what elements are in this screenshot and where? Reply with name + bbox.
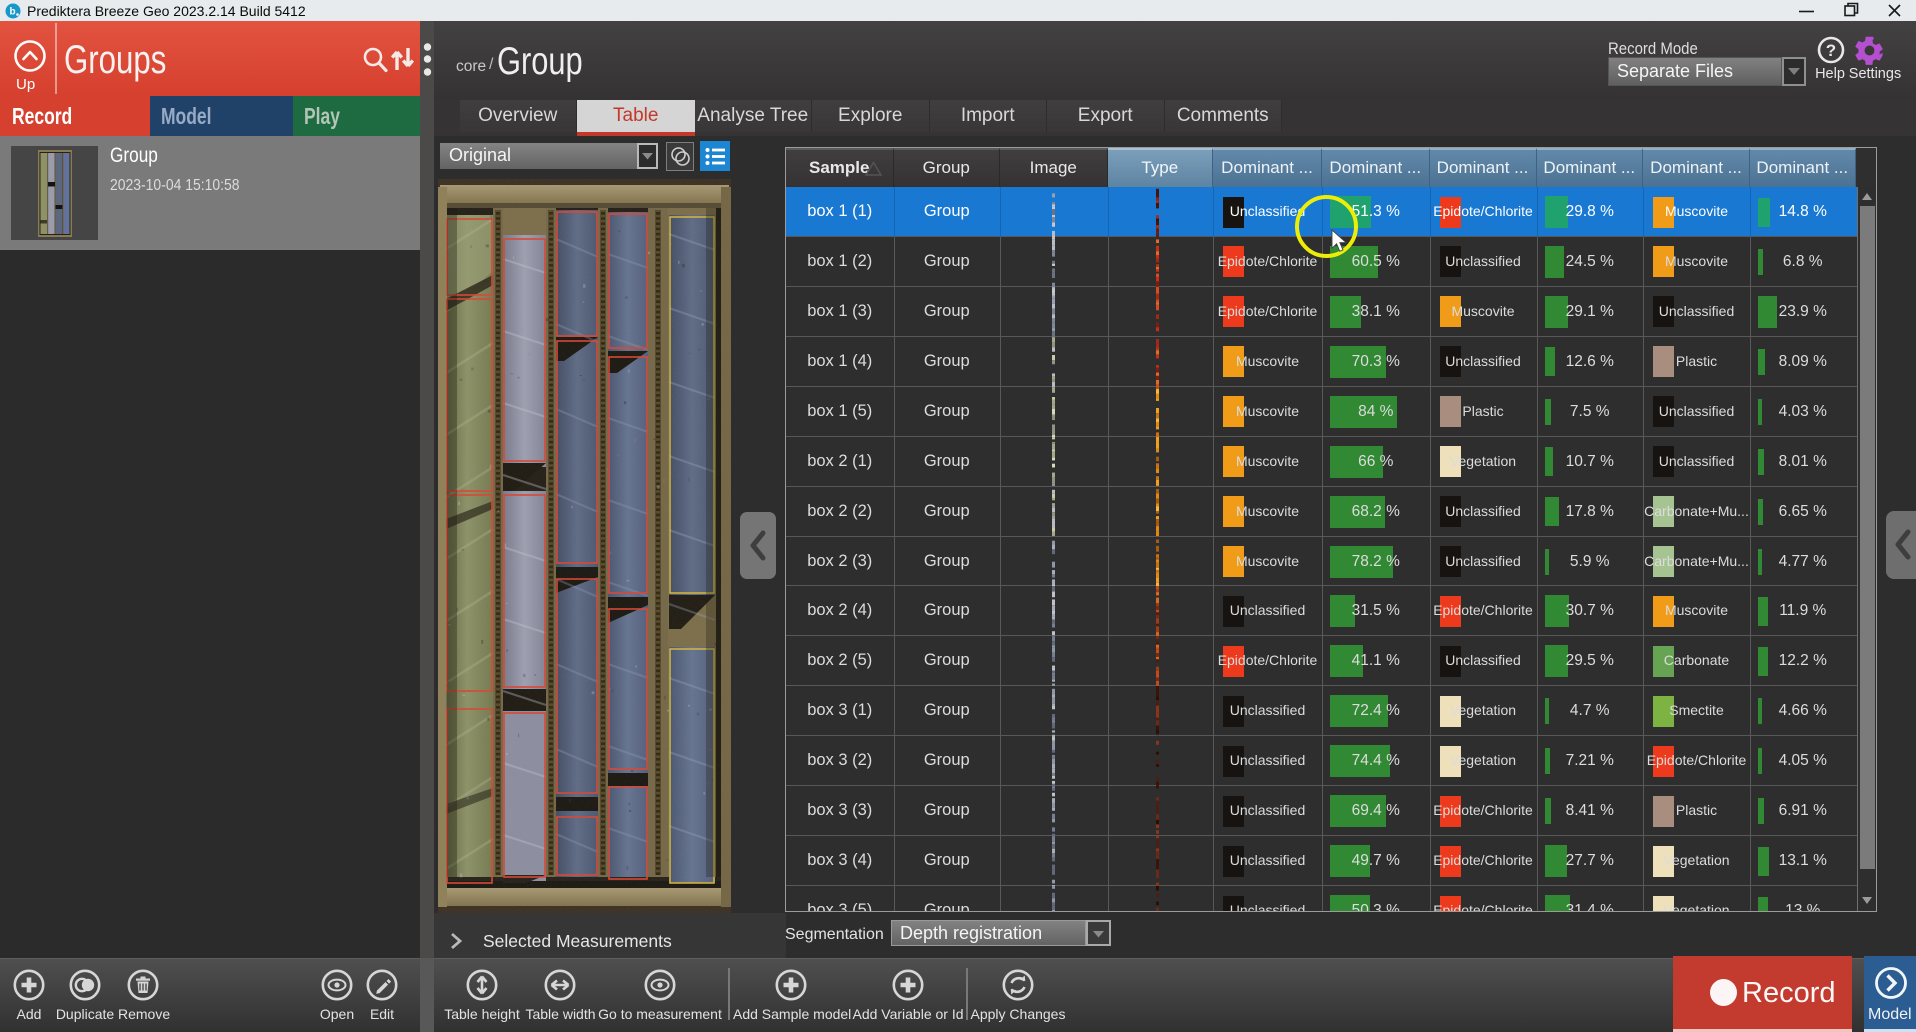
svg-text:b: b xyxy=(10,7,16,18)
svg-text:?: ? xyxy=(1826,41,1836,60)
